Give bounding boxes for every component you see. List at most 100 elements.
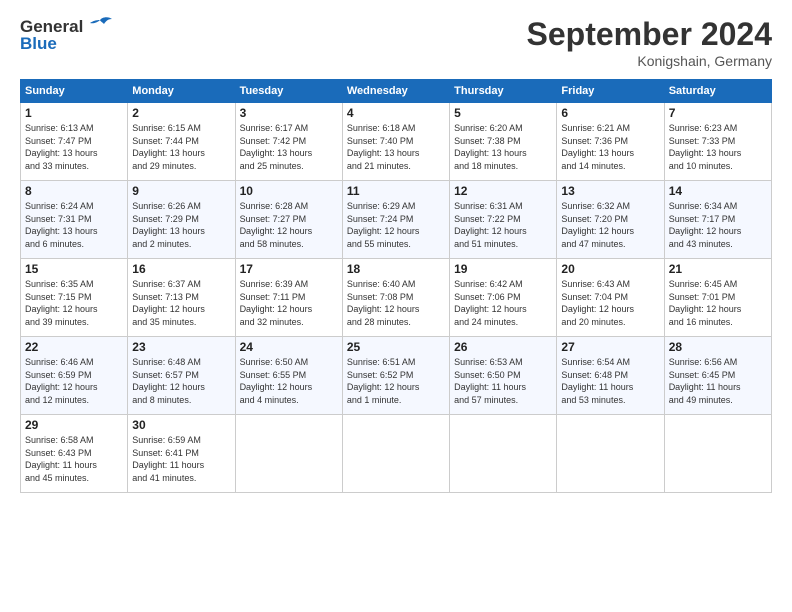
- calendar-cell: [664, 415, 771, 493]
- calendar-cell: 23Sunrise: 6:48 AM Sunset: 6:57 PM Dayli…: [128, 337, 235, 415]
- col-sunday: Sunday: [21, 80, 128, 103]
- calendar-week-2: 8Sunrise: 6:24 AM Sunset: 7:31 PM Daylig…: [21, 181, 772, 259]
- calendar-cell: 24 Sunrise: 6:50 AM Sunset: 6:55 PM Dayli…: [235, 337, 342, 415]
- day-detail: Sunrise: 6:43 AM Sunset: 7:04 PM Dayligh…: [561, 278, 659, 328]
- day-detail: Sunrise: 6:58 AM Sunset: 6:43 PM Dayligh…: [25, 434, 123, 484]
- day-number: 4: [347, 106, 445, 120]
- day-detail: Sunrise: 6:56 AM Sunset: 6:45 PM Dayligh…: [669, 356, 767, 406]
- col-thursday: Thursday: [450, 80, 557, 103]
- col-monday: Monday: [128, 80, 235, 103]
- calendar-cell: 7 Sunrise: 6:23 AM Sunset: 7:33 PM Daylig…: [664, 103, 771, 181]
- calendar-cell: [450, 415, 557, 493]
- calendar-cell: [557, 415, 664, 493]
- day-number: 2: [132, 106, 230, 120]
- calendar-cell: 9 Sunrise: 6:26 AM Sunset: 7:29 PM Daylig…: [128, 181, 235, 259]
- calendar-header-row: Sunday Monday Tuesday Wednesday Thursday…: [21, 80, 772, 103]
- day-number: 13: [561, 184, 659, 198]
- day-number: 20: [561, 262, 659, 276]
- day-detail: Sunrise: 6:34 AM Sunset: 7:17 PM Dayligh…: [669, 200, 767, 250]
- day-detail: Sunrise: 6:24 AM Sunset: 7:31 PM Dayligh…: [25, 200, 123, 250]
- location: Konigshain, Germany: [527, 53, 772, 69]
- calendar-cell: 27 Sunrise: 6:54 AM Sunset: 6:48 PM Dayli…: [557, 337, 664, 415]
- logo: General Blue: [20, 16, 114, 54]
- col-tuesday: Tuesday: [235, 80, 342, 103]
- col-friday: Friday: [557, 80, 664, 103]
- day-number: 28: [669, 340, 767, 354]
- day-detail: Sunrise: 6:53 AM Sunset: 6:50 PM Dayligh…: [454, 356, 552, 406]
- calendar-week-3: 15Sunrise: 6:35 AM Sunset: 7:15 PM Dayli…: [21, 259, 772, 337]
- day-detail: Sunrise: 6:42 AM Sunset: 7:06 PM Dayligh…: [454, 278, 552, 328]
- calendar-week-1: 1Sunrise: 6:13 AM Sunset: 7:47 PM Daylig…: [21, 103, 772, 181]
- calendar-cell: 1Sunrise: 6:13 AM Sunset: 7:47 PM Daylig…: [21, 103, 128, 181]
- logo-text-blue: Blue: [20, 34, 57, 54]
- day-number: 11: [347, 184, 445, 198]
- day-detail: Sunrise: 6:54 AM Sunset: 6:48 PM Dayligh…: [561, 356, 659, 406]
- day-number: 21: [669, 262, 767, 276]
- calendar-cell: 3 Sunrise: 6:17 AM Sunset: 7:42 PM Daylig…: [235, 103, 342, 181]
- day-detail: Sunrise: 6:37 AM Sunset: 7:13 PM Dayligh…: [132, 278, 230, 328]
- calendar-cell: 28 Sunrise: 6:56 AM Sunset: 6:45 PM Dayli…: [664, 337, 771, 415]
- day-detail: Sunrise: 6:51 AM Sunset: 6:52 PM Dayligh…: [347, 356, 445, 406]
- header: General Blue September 2024 Konigshain, …: [20, 16, 772, 69]
- day-number: 25: [347, 340, 445, 354]
- calendar-cell: 8Sunrise: 6:24 AM Sunset: 7:31 PM Daylig…: [21, 181, 128, 259]
- calendar-cell: [235, 415, 342, 493]
- day-detail: Sunrise: 6:23 AM Sunset: 7:33 PM Dayligh…: [669, 122, 767, 172]
- day-detail: Sunrise: 6:50 AM Sunset: 6:55 PM Dayligh…: [240, 356, 338, 406]
- col-saturday: Saturday: [664, 80, 771, 103]
- calendar-cell: 12 Sunrise: 6:31 AM Sunset: 7:22 PM Dayli…: [450, 181, 557, 259]
- calendar-cell: 26Sunrise: 6:53 AM Sunset: 6:50 PM Dayli…: [450, 337, 557, 415]
- logo-bird-icon: [86, 16, 114, 38]
- day-number: 29: [25, 418, 123, 432]
- day-detail: Sunrise: 6:26 AM Sunset: 7:29 PM Dayligh…: [132, 200, 230, 250]
- calendar-table: Sunday Monday Tuesday Wednesday Thursday…: [20, 79, 772, 493]
- calendar-cell: 4 Sunrise: 6:18 AM Sunset: 7:40 PM Daylig…: [342, 103, 449, 181]
- day-detail: Sunrise: 6:59 AM Sunset: 6:41 PM Dayligh…: [132, 434, 230, 484]
- calendar-week-4: 22 Sunrise: 6:46 AM Sunset: 6:59 PM Dayli…: [21, 337, 772, 415]
- calendar-cell: 2 Sunrise: 6:15 AM Sunset: 7:44 PM Daylig…: [128, 103, 235, 181]
- day-detail: Sunrise: 6:13 AM Sunset: 7:47 PM Dayligh…: [25, 122, 123, 172]
- day-number: 18: [347, 262, 445, 276]
- day-number: 5: [454, 106, 552, 120]
- day-number: 27: [561, 340, 659, 354]
- title-block: September 2024 Konigshain, Germany: [527, 16, 772, 69]
- day-detail: Sunrise: 6:18 AM Sunset: 7:40 PM Dayligh…: [347, 122, 445, 172]
- day-number: 10: [240, 184, 338, 198]
- day-detail: Sunrise: 6:29 AM Sunset: 7:24 PM Dayligh…: [347, 200, 445, 250]
- day-number: 30: [132, 418, 230, 432]
- calendar-cell: 21 Sunrise: 6:45 AM Sunset: 7:01 PM Dayli…: [664, 259, 771, 337]
- day-number: 23: [132, 340, 230, 354]
- calendar-cell: 6Sunrise: 6:21 AM Sunset: 7:36 PM Daylig…: [557, 103, 664, 181]
- calendar-cell: 11 Sunrise: 6:29 AM Sunset: 7:24 PM Dayli…: [342, 181, 449, 259]
- day-number: 3: [240, 106, 338, 120]
- day-number: 7: [669, 106, 767, 120]
- day-number: 15: [25, 262, 123, 276]
- calendar-cell: 18 Sunrise: 6:40 AM Sunset: 7:08 PM Dayli…: [342, 259, 449, 337]
- day-detail: Sunrise: 6:40 AM Sunset: 7:08 PM Dayligh…: [347, 278, 445, 328]
- calendar-cell: 30 Sunrise: 6:59 AM Sunset: 6:41 PM Dayli…: [128, 415, 235, 493]
- calendar-cell: 10 Sunrise: 6:28 AM Sunset: 7:27 PM Dayli…: [235, 181, 342, 259]
- calendar-cell: 25 Sunrise: 6:51 AM Sunset: 6:52 PM Dayli…: [342, 337, 449, 415]
- day-detail: Sunrise: 6:28 AM Sunset: 7:27 PM Dayligh…: [240, 200, 338, 250]
- day-number: 24: [240, 340, 338, 354]
- day-detail: Sunrise: 6:46 AM Sunset: 6:59 PM Dayligh…: [25, 356, 123, 406]
- day-number: 6: [561, 106, 659, 120]
- calendar-cell: 19 Sunrise: 6:42 AM Sunset: 7:06 PM Dayli…: [450, 259, 557, 337]
- calendar-cell: 13Sunrise: 6:32 AM Sunset: 7:20 PM Dayli…: [557, 181, 664, 259]
- calendar-week-5: 29 Sunrise: 6:58 AM Sunset: 6:43 PM Dayli…: [21, 415, 772, 493]
- day-detail: Sunrise: 6:31 AM Sunset: 7:22 PM Dayligh…: [454, 200, 552, 250]
- day-detail: Sunrise: 6:17 AM Sunset: 7:42 PM Dayligh…: [240, 122, 338, 172]
- calendar-cell: 14Sunrise: 6:34 AM Sunset: 7:17 PM Dayli…: [664, 181, 771, 259]
- day-number: 9: [132, 184, 230, 198]
- calendar-cell: 15Sunrise: 6:35 AM Sunset: 7:15 PM Dayli…: [21, 259, 128, 337]
- day-detail: Sunrise: 6:45 AM Sunset: 7:01 PM Dayligh…: [669, 278, 767, 328]
- page: General Blue September 2024 Konigshain, …: [0, 0, 792, 612]
- day-number: 22: [25, 340, 123, 354]
- day-detail: Sunrise: 6:15 AM Sunset: 7:44 PM Dayligh…: [132, 122, 230, 172]
- col-wednesday: Wednesday: [342, 80, 449, 103]
- day-number: 12: [454, 184, 552, 198]
- calendar-cell: 17Sunrise: 6:39 AM Sunset: 7:11 PM Dayli…: [235, 259, 342, 337]
- calendar-cell: 5Sunrise: 6:20 AM Sunset: 7:38 PM Daylig…: [450, 103, 557, 181]
- day-detail: Sunrise: 6:39 AM Sunset: 7:11 PM Dayligh…: [240, 278, 338, 328]
- day-number: 19: [454, 262, 552, 276]
